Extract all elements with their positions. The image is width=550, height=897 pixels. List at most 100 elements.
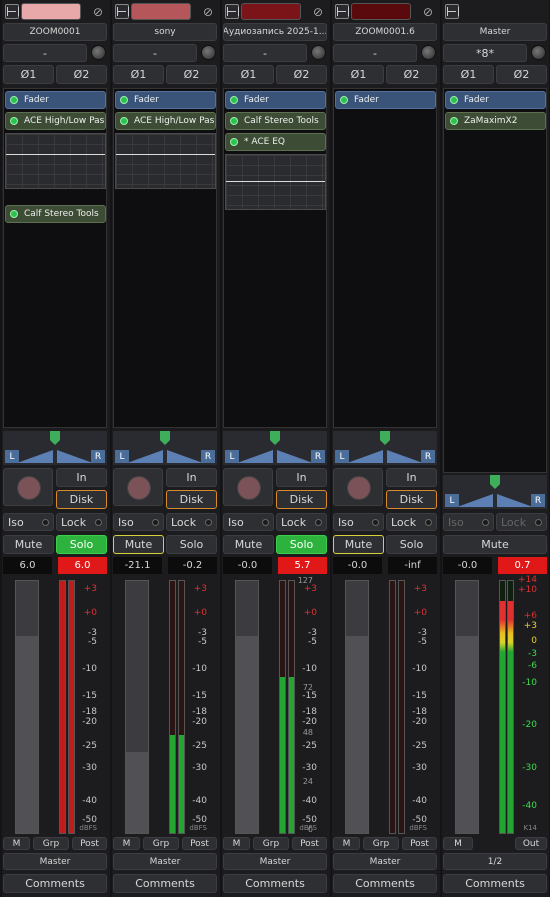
trim-knob[interactable] — [531, 45, 546, 60]
phase-invert-left[interactable]: Ø1 — [443, 65, 494, 84]
processor-box[interactable]: Fader ACE High/Low Pas Calf Stereo Tools — [3, 88, 107, 428]
solo-lock-button[interactable]: Lock — [56, 513, 107, 531]
monitor-input-button[interactable]: In — [276, 468, 327, 487]
gain-entry[interactable]: -0.0 — [443, 557, 492, 574]
plugin-active-led[interactable] — [450, 96, 458, 104]
pan-position-marker[interactable] — [490, 475, 500, 489]
track-name-button[interactable]: Аудиозапись 2025-1... — [223, 23, 327, 41]
pan-position-marker[interactable] — [270, 431, 280, 445]
monitor-disk-button[interactable]: Disk — [276, 490, 327, 509]
trim-knob[interactable] — [91, 45, 106, 60]
input-button[interactable]: - — [223, 44, 307, 62]
plugin-active-led[interactable] — [10, 117, 18, 125]
output-meter-button[interactable]: Out — [515, 837, 547, 850]
gain-entry[interactable]: 6.0 — [3, 557, 52, 574]
plugin-slot[interactable]: Calf Stereo Tools — [5, 205, 106, 223]
track-color-swatch[interactable] — [351, 3, 411, 20]
mute-button[interactable]: Mute — [443, 535, 547, 554]
solo-isolate-button[interactable]: Iso — [223, 513, 274, 531]
meter-post-button[interactable]: Post — [72, 837, 107, 850]
track-color-swatch[interactable] — [21, 3, 81, 20]
output-button[interactable]: Master — [113, 853, 217, 870]
record-enable-button[interactable] — [3, 468, 53, 506]
solo-isolate-button[interactable]: Iso — [333, 513, 384, 531]
mute-button[interactable]: Mute — [3, 535, 54, 554]
panner[interactable]: LR — [443, 475, 547, 509]
plugin-slot[interactable]: ACE High/Low Pas — [115, 112, 216, 130]
meter-point-button[interactable]: M — [113, 837, 140, 850]
plugin-active-led[interactable] — [10, 96, 18, 104]
peak-display[interactable]: -inf — [388, 557, 437, 574]
solo-button[interactable]: Solo — [56, 535, 107, 554]
comments-button[interactable]: Comments — [3, 874, 107, 893]
plugin-slot[interactable]: Calf Stereo Tools — [225, 112, 326, 130]
comments-button[interactable]: Comments — [113, 874, 217, 893]
gain-fader[interactable] — [455, 580, 479, 834]
plugin-active-led[interactable] — [230, 96, 238, 104]
processor-box[interactable]: Fader ZaMaximX2 — [443, 88, 547, 473]
plugin-active-led[interactable] — [230, 117, 238, 125]
phase-invert-left[interactable]: Ø1 — [113, 65, 164, 84]
group-button[interactable]: Grp — [33, 837, 69, 850]
monitor-disk-button[interactable]: Disk — [166, 490, 217, 509]
gain-entry[interactable]: -0.0 — [333, 557, 382, 574]
phase-invert-left[interactable]: Ø1 — [3, 65, 54, 84]
group-button[interactable]: Grp — [363, 837, 399, 850]
monitor-input-button[interactable]: In — [56, 468, 107, 487]
solo-lock-button[interactable]: Lock — [166, 513, 217, 531]
phase-invert-right[interactable]: Ø2 — [386, 65, 437, 84]
panner[interactable]: LR — [3, 431, 107, 465]
meter-post-button[interactable]: Post — [402, 837, 437, 850]
plugin-active-led[interactable] — [120, 96, 128, 104]
trim-knob[interactable] — [421, 45, 436, 60]
input-button[interactable]: *8* — [443, 44, 527, 62]
pan-position-marker[interactable] — [380, 431, 390, 445]
plugin-slot[interactable]: ZaMaximX2 — [445, 112, 546, 130]
track-color-swatch[interactable] — [241, 3, 301, 20]
peak-display[interactable]: 0.7 — [498, 557, 547, 574]
peak-display[interactable]: -0.2 — [168, 557, 217, 574]
plugin-fader[interactable]: Fader — [225, 91, 326, 109]
master-name-button[interactable]: Master — [443, 23, 547, 41]
peak-display[interactable]: 5.7 — [278, 557, 327, 574]
panner[interactable]: LR — [223, 431, 327, 465]
gain-entry[interactable]: -0.0 — [223, 557, 272, 574]
solo-button[interactable]: Solo — [386, 535, 437, 554]
phase-invert-left[interactable]: Ø1 — [223, 65, 274, 84]
plugin-fader[interactable]: Fader — [115, 91, 216, 109]
width-toggle-icon[interactable] — [115, 4, 129, 19]
panner[interactable]: LR — [333, 431, 437, 465]
phase-invert-right[interactable]: Ø2 — [166, 65, 217, 84]
meter-post-button[interactable]: Post — [182, 837, 217, 850]
gain-fader[interactable] — [125, 580, 149, 834]
trim-knob[interactable] — [201, 45, 216, 60]
width-toggle-icon[interactable] — [445, 4, 459, 19]
comments-button[interactable]: Comments — [333, 874, 437, 893]
solo-lock-button[interactable]: Lock — [386, 513, 437, 531]
plugin-active-led[interactable] — [10, 210, 18, 218]
monitor-disk-button[interactable]: Disk — [386, 490, 437, 509]
peak-display[interactable]: 6.0 — [58, 557, 107, 574]
meter-post-button[interactable]: Post — [292, 837, 327, 850]
record-enable-button[interactable] — [113, 468, 163, 506]
hide-eye-icon[interactable]: ⊘ — [419, 3, 437, 20]
width-toggle-icon[interactable] — [5, 4, 19, 19]
comments-button[interactable]: Comments — [223, 874, 327, 893]
meter-point-button[interactable]: M — [3, 837, 30, 850]
output-button[interactable]: Master — [223, 853, 327, 870]
group-button[interactable]: Grp — [143, 837, 179, 850]
track-name-button[interactable]: sony — [113, 23, 217, 41]
solo-button[interactable]: Solo — [276, 535, 327, 554]
solo-button[interactable]: Solo — [166, 535, 217, 554]
track-name-button[interactable]: ZOOM0001.6 — [333, 23, 437, 41]
hide-eye-icon[interactable]: ⊘ — [89, 3, 107, 20]
record-enable-button[interactable] — [333, 468, 383, 506]
processor-box[interactable]: Fader ACE High/Low Pas — [113, 88, 217, 428]
panner[interactable]: LR — [113, 431, 217, 465]
monitor-disk-button[interactable]: Disk — [56, 490, 107, 509]
plugin-active-led[interactable] — [450, 117, 458, 125]
hide-eye-icon[interactable]: ⊘ — [309, 3, 327, 20]
mute-button[interactable]: Mute — [113, 535, 164, 554]
processor-box[interactable]: Fader — [333, 88, 437, 428]
mute-button[interactable]: Mute — [333, 535, 384, 554]
